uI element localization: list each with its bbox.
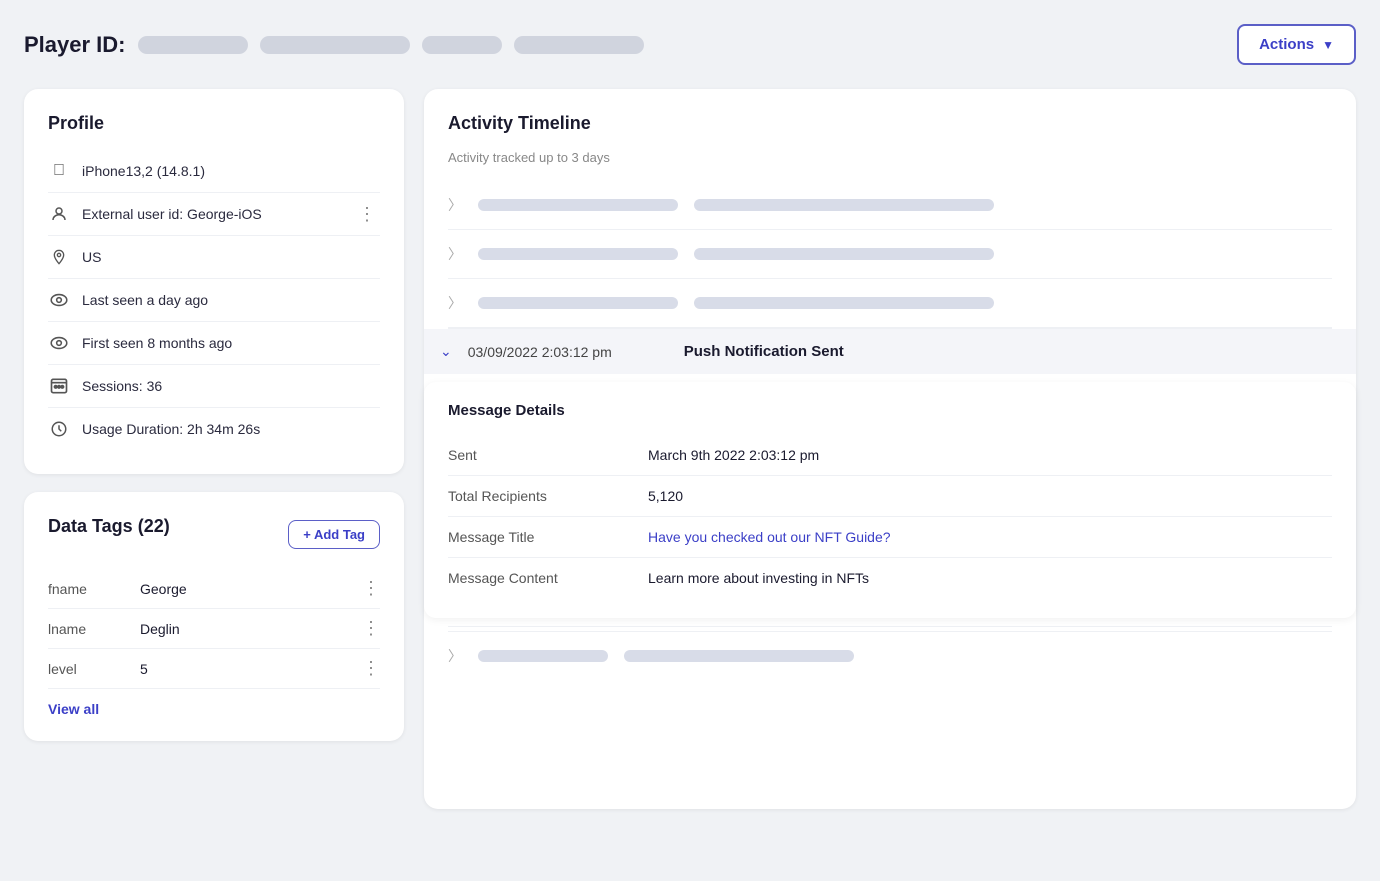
tag-key-level: level — [48, 661, 128, 677]
page-header: Player ID: Actions ▼ — [24, 24, 1356, 65]
expanded-row-header[interactable]: ⌄ 03/09/2022 2:03:12 pm Push Notificatio… — [424, 329, 1356, 374]
profile-item-location: US — [48, 236, 380, 279]
user-circle-icon — [48, 203, 70, 225]
player-id-skeleton-1 — [138, 36, 248, 54]
profile-item-sessions: Sessions: 36 — [48, 365, 380, 408]
activity-timeline-card: Activity Timeline Activity tracked up to… — [424, 89, 1356, 809]
external-id-text: External user id: George-iOS — [82, 206, 262, 222]
sessions-text: Sessions: 36 — [82, 378, 162, 394]
profile-title: Profile — [48, 113, 380, 134]
skeleton-left-1 — [478, 199, 678, 211]
player-id-skeleton-2 — [260, 36, 410, 54]
sessions-icon — [48, 375, 70, 397]
profile-card: Profile  iPhone13,2 (14.8.1) External u… — [24, 89, 404, 474]
tag-menu-level[interactable]: ⋮ — [362, 658, 380, 679]
msg-detail-title-row: Message Title Have you checked out our N… — [448, 517, 1332, 558]
skeleton-right-2 — [694, 248, 994, 260]
player-id-row: Player ID: — [24, 32, 644, 58]
skeleton-right-1 — [694, 199, 994, 211]
profile-item-first-seen: First seen 8 months ago — [48, 322, 380, 365]
skeleton-right-3 — [694, 297, 994, 309]
left-column: Profile  iPhone13,2 (14.8.1) External u… — [24, 89, 404, 741]
player-id-skeleton-3 — [422, 36, 502, 54]
tag-key-fname: fname — [48, 581, 128, 597]
add-tag-button[interactable]: + Add Tag — [288, 520, 380, 549]
eye-icon-last — [48, 289, 70, 311]
chevron-right-icon-bottom[interactable]: 〉 — [448, 646, 462, 666]
timeline-title: Activity Timeline — [448, 113, 1332, 134]
tag-row-lname: lname Deglin ⋮ — [48, 609, 380, 649]
data-tags-header: Data Tags (22) + Add Tag — [48, 516, 380, 553]
profile-item-external-id: External user id: George-iOS ⋮ — [48, 193, 380, 236]
timeline-bottom-skeleton-row: 〉 — [448, 631, 1332, 680]
tag-menu-fname[interactable]: ⋮ — [362, 578, 380, 599]
profile-item-usage: Usage Duration: 2h 34m 26s — [48, 408, 380, 450]
main-layout: Profile  iPhone13,2 (14.8.1) External u… — [24, 89, 1356, 809]
last-seen-text: Last seen a day ago — [82, 292, 208, 308]
clock-icon — [48, 418, 70, 440]
actions-button[interactable]: Actions ▼ — [1237, 24, 1356, 65]
timeline-list: 〉 〉 〉 — [448, 181, 1332, 328]
profile-item-device:  iPhone13,2 (14.8.1) — [48, 150, 380, 193]
data-tags-title: Data Tags (22) — [48, 516, 170, 537]
external-id-row: External user id: George-iOS ⋮ — [82, 204, 380, 225]
data-tags-count: (22) — [138, 516, 170, 536]
tag-val-lname: Deglin — [140, 621, 350, 637]
bottom-skeleton-right — [624, 650, 854, 662]
external-id-menu[interactable]: ⋮ — [354, 204, 380, 225]
usage-text: Usage Duration: 2h 34m 26s — [82, 421, 260, 437]
location-icon — [48, 246, 70, 268]
tag-menu-lname[interactable]: ⋮ — [362, 618, 380, 639]
msg-label-sent: Sent — [448, 447, 608, 463]
skeleton-left-2 — [478, 248, 678, 260]
first-seen-text: First seen 8 months ago — [82, 335, 232, 351]
tag-val-fname: George — [140, 581, 350, 597]
timeline-skeleton-row-1: 〉 — [448, 181, 1332, 230]
profile-item-last-seen: Last seen a day ago — [48, 279, 380, 322]
msg-detail-content: Message Content Learn more about investi… — [448, 558, 1332, 598]
device-text: iPhone13,2 (14.8.1) — [82, 163, 205, 179]
tag-val-level: 5 — [140, 661, 350, 677]
chevron-right-icon-3[interactable]: 〉 — [448, 293, 462, 313]
msg-label-recipients: Total Recipients — [448, 488, 608, 504]
chevron-right-icon-2[interactable]: 〉 — [448, 244, 462, 264]
msg-value-sent: March 9th 2022 2:03:12 pm — [648, 447, 819, 463]
chevron-down-icon-expanded: ⌄ — [440, 343, 452, 360]
timeline-skeleton-row-3: 〉 — [448, 279, 1332, 328]
msg-detail-sent: Sent March 9th 2022 2:03:12 pm — [448, 435, 1332, 476]
view-all-link[interactable]: View all — [48, 701, 99, 717]
msg-value-title-link[interactable]: Have you checked out our NFT Guide? — [648, 529, 891, 545]
apple-icon:  — [48, 160, 70, 182]
tag-table: fname George ⋮ lname Deglin ⋮ level 5 ⋮ — [48, 569, 380, 689]
expanded-datetime: 03/09/2022 2:03:12 pm — [468, 344, 668, 360]
timeline-subtitle: Activity tracked up to 3 days — [448, 150, 1332, 165]
player-id-label: Player ID: — [24, 32, 126, 58]
profile-list:  iPhone13,2 (14.8.1) External user id: … — [48, 150, 380, 450]
chevron-right-icon-1[interactable]: 〉 — [448, 195, 462, 215]
actions-label: Actions — [1259, 36, 1314, 53]
tag-key-lname: lname — [48, 621, 128, 637]
location-text: US — [82, 249, 101, 265]
bottom-skeleton-left — [478, 650, 608, 662]
msg-label-title: Message Title — [448, 529, 608, 545]
chevron-down-icon: ▼ — [1322, 38, 1334, 52]
timeline-skeleton-row-2: 〉 — [448, 230, 1332, 279]
tag-row-fname: fname George ⋮ — [48, 569, 380, 609]
expanded-event: Push Notification Sent — [684, 343, 844, 360]
message-details-title: Message Details — [448, 402, 1332, 419]
timeline-expanded-row: ⌄ 03/09/2022 2:03:12 pm Push Notificatio… — [448, 328, 1332, 627]
msg-detail-recipients: Total Recipients 5,120 — [448, 476, 1332, 517]
msg-value-recipients: 5,120 — [648, 488, 683, 504]
message-details-panel: Message Details Sent March 9th 2022 2:03… — [424, 382, 1356, 618]
msg-value-content: Learn more about investing in NFTs — [648, 570, 869, 586]
tag-row-level: level 5 ⋮ — [48, 649, 380, 689]
player-id-skeleton-4 — [514, 36, 644, 54]
data-tags-card: Data Tags (22) + Add Tag fname George ⋮ … — [24, 492, 404, 741]
msg-label-content: Message Content — [448, 570, 608, 586]
skeleton-left-3 — [478, 297, 678, 309]
eye-icon-first — [48, 332, 70, 354]
